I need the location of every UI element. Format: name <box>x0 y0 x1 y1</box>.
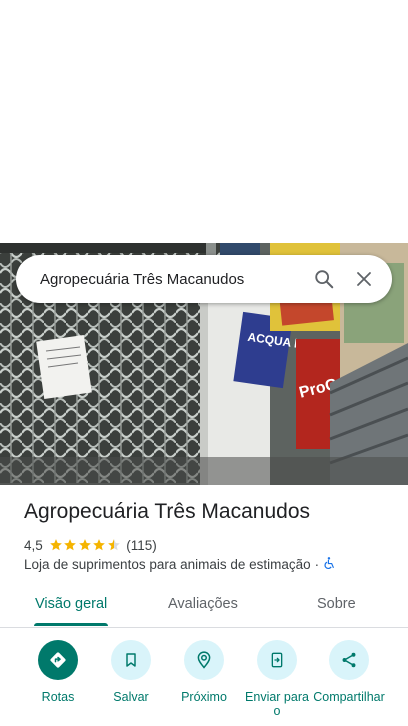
rating-value: 4,5 <box>24 537 43 553</box>
star-icon <box>49 539 62 551</box>
search-query[interactable]: Agropecuária Três Macanudos <box>16 271 304 288</box>
place-category: Loja de suprimentos para animais de esti… <box>24 557 311 572</box>
star-icon <box>93 539 106 551</box>
tab-reviews[interactable]: Avaliações <box>168 596 238 612</box>
star-icon <box>78 539 91 551</box>
bookmark-icon <box>111 640 151 680</box>
rating-stars <box>49 538 122 552</box>
action-bar: Rotas Salvar Próximo Enviar para o Compa… <box>0 640 408 726</box>
place-title: Agropecuária Três Macanudos <box>24 500 310 523</box>
wheelchair-icon <box>323 556 336 573</box>
search-bar[interactable]: Agropecuária Três Macanudos <box>16 255 392 303</box>
save-label: Salvar <box>113 690 149 704</box>
rating-row[interactable]: 4,5 (115) <box>24 536 157 554</box>
share-button[interactable]: Compartilhar <box>307 640 391 704</box>
tab-about[interactable]: Sobre <box>317 596 356 612</box>
active-tab-indicator <box>34 623 108 626</box>
star-icon <box>107 539 120 551</box>
directions-label: Rotas <box>41 690 75 704</box>
save-button[interactable]: Salvar <box>89 640 173 704</box>
close-icon[interactable] <box>344 255 384 303</box>
nearby-icon <box>184 640 224 680</box>
category-row: Loja de suprimentos para animais de esti… <box>24 556 336 573</box>
search-icon[interactable] <box>304 255 344 303</box>
tab-overview[interactable]: Visão geral <box>35 596 107 612</box>
map-blank-area <box>0 0 408 243</box>
separator-dot: · <box>314 557 320 572</box>
place-tabs: Visão geral Avaliações Sobre <box>0 583 408 628</box>
send-to-phone-label: Enviar para o <box>245 690 309 718</box>
send-to-phone-icon <box>257 640 297 680</box>
star-icon <box>64 539 77 551</box>
nearby-label: Próximo <box>181 690 227 704</box>
directions-icon <box>38 640 78 680</box>
nearby-button[interactable]: Próximo <box>162 640 246 704</box>
share-label: Compartilhar <box>313 690 385 704</box>
directions-button[interactable]: Rotas <box>16 640 100 704</box>
share-icon <box>329 640 369 680</box>
review-count[interactable]: (115) <box>126 538 157 553</box>
